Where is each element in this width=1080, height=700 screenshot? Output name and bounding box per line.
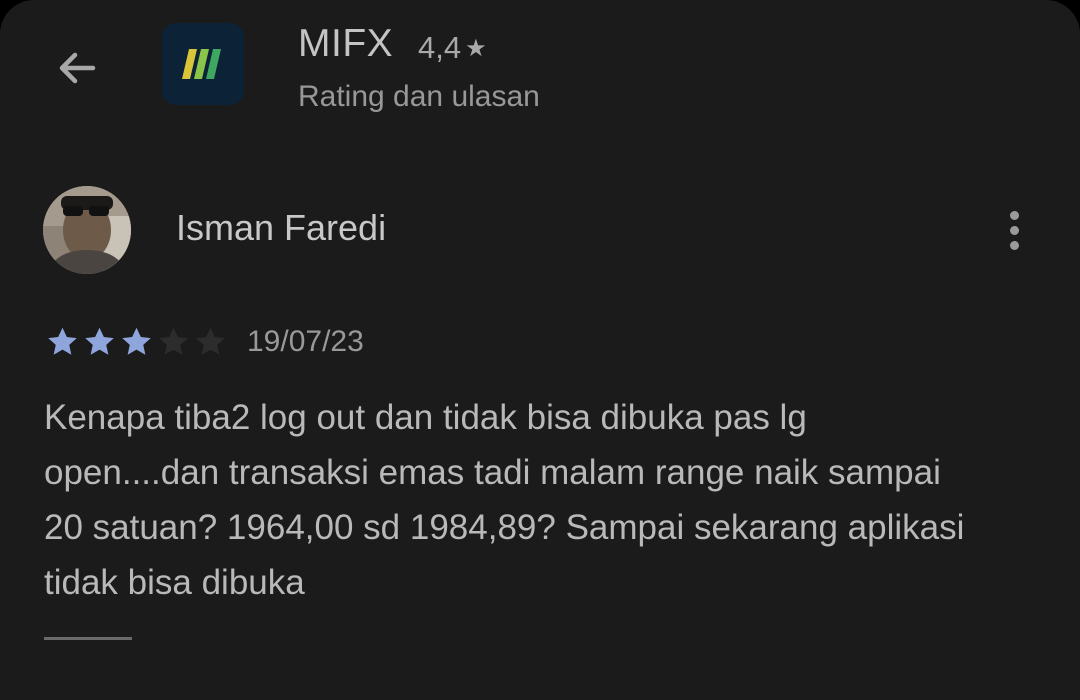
star-empty-icon xyxy=(196,327,225,355)
page-subtitle: Rating dan ulasan xyxy=(298,80,540,113)
app-rating-value: 4,4 xyxy=(418,30,462,65)
review-date: 19/07/23 xyxy=(247,325,364,358)
star-icon: ★ xyxy=(465,34,487,62)
more-vert-dot xyxy=(1009,240,1019,250)
reviewer-avatar xyxy=(43,186,131,274)
more-vert-icon xyxy=(1009,210,1019,220)
reviews-sheet: MIFX 4,4 ★ Rating dan ulasan Isman Fared… xyxy=(0,0,1080,700)
mifx-logo-icon xyxy=(162,23,244,105)
back-button[interactable] xyxy=(47,38,107,98)
star-rating xyxy=(44,324,229,360)
more-vert-dot xyxy=(1009,225,1019,235)
app-name: MIFX xyxy=(298,22,394,65)
star-filled-icon xyxy=(122,327,151,355)
star-filled-icon xyxy=(48,327,77,355)
star-filled-icon xyxy=(85,327,114,355)
app-icon[interactable] xyxy=(162,23,244,105)
reviewer-name: Isman Faredi xyxy=(176,207,387,248)
more-options-button[interactable] xyxy=(994,200,1034,260)
divider xyxy=(44,637,132,640)
review-text: Kenapa tiba2 log out dan tidak bisa dibu… xyxy=(44,398,965,602)
app-rating: 4,4 ★ xyxy=(418,30,487,66)
star-empty-icon xyxy=(159,327,188,355)
arrow-left-icon xyxy=(59,52,96,84)
